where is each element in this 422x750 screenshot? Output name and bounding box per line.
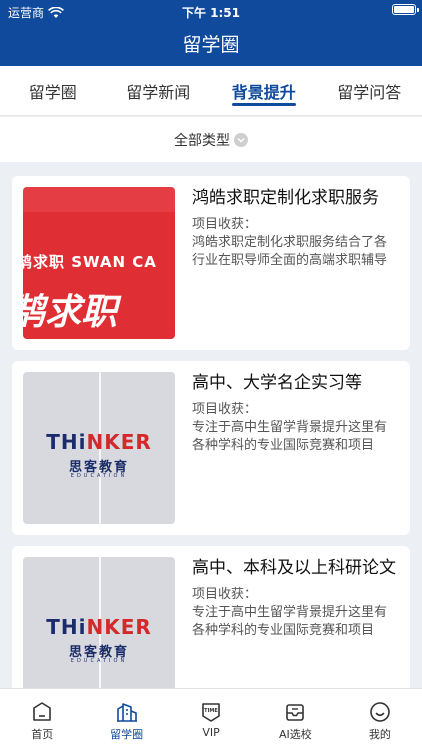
- tab-study-circle[interactable]: 留学圈: [0, 66, 106, 115]
- thinker-education-logo: THiNKER 思客教育 EDUCATION: [23, 557, 175, 688]
- type-filter[interactable]: 全部类型: [0, 117, 422, 162]
- tabbar-ai-school[interactable]: AI选校: [253, 689, 337, 750]
- tabbar-study-circle[interactable]: 留学圈: [84, 689, 168, 750]
- tabbar-mine[interactable]: 我的: [338, 689, 422, 750]
- project-description: 专注于高中生留学背景提升这里有各种学科的专业国际竞赛和项目: [192, 605, 388, 638]
- swan-career-logo: 鹄求职 SWAN CA 鹄求职: [23, 187, 175, 339]
- app-header: 运营商 下午 1:51 留学圈: [0, 0, 422, 66]
- category-tabs: 留学圈 留学新闻 背景提升 留学问答: [0, 66, 422, 116]
- tab-study-news[interactable]: 留学新闻: [106, 66, 212, 115]
- bottom-tab-bar: 首页 留学圈 TIME VIP AI选校 我的: [0, 688, 422, 750]
- project-list: 鹄求职 SWAN CA 鹄求职 鸿皓求职定制化求职服务 项目收获： 鸿皓求职定制…: [0, 162, 422, 688]
- project-card[interactable]: THiNKER 思客教育 EDUCATION 高中、大学名企实习等 项目收获： …: [12, 361, 410, 535]
- project-gain-label: 项目收获：: [192, 217, 258, 232]
- time-badge-icon: TIME: [202, 703, 220, 722]
- tabbar-vip[interactable]: TIME VIP: [169, 689, 253, 750]
- smile-icon: [370, 702, 390, 722]
- status-bar: 运营商 下午 1:51: [0, 0, 422, 22]
- project-gain-label: 项目收获：: [192, 402, 258, 417]
- clock: 下午 1:51: [181, 6, 241, 20]
- thinker-education-logo: THiNKER 思客教育 EDUCATION: [23, 372, 175, 524]
- tabbar-home[interactable]: 首页: [0, 689, 84, 750]
- project-name: 鸿皓求职定制化求职服务: [192, 188, 379, 208]
- project-name: 高中、大学名企实习等: [192, 373, 362, 393]
- tab-background-boost[interactable]: 背景提升: [211, 66, 317, 115]
- project-description: 专注于高中生留学背景提升这里有各种学科的专业国际竞赛和项目: [192, 420, 388, 453]
- project-gain-label: 项目收获：: [192, 587, 258, 602]
- page-title: 留学圈: [182, 34, 240, 56]
- inbox-icon: [286, 704, 305, 721]
- project-name: 高中、本科及以上科研论文: [192, 558, 396, 578]
- svg-text:TIME: TIME: [204, 708, 218, 714]
- project-card[interactable]: THiNKER 思客教育 EDUCATION 高中、本科及以上科研论文 项目收获…: [12, 546, 410, 688]
- home-icon: [33, 702, 52, 721]
- type-filter-label: 全部类型: [174, 132, 230, 149]
- project-description: 鸿皓求职定制化求职服务结合了各行业在职导师全面的高端求职辅导: [192, 235, 388, 268]
- battery-icon: [392, 4, 419, 15]
- chevron-down-icon: [234, 132, 248, 147]
- buildings-icon: [116, 703, 137, 722]
- tab-study-qa[interactable]: 留学问答: [317, 66, 422, 115]
- project-card[interactable]: 鹄求职 SWAN CA 鹄求职 鸿皓求职定制化求职服务 项目收获： 鸿皓求职定制…: [12, 176, 410, 350]
